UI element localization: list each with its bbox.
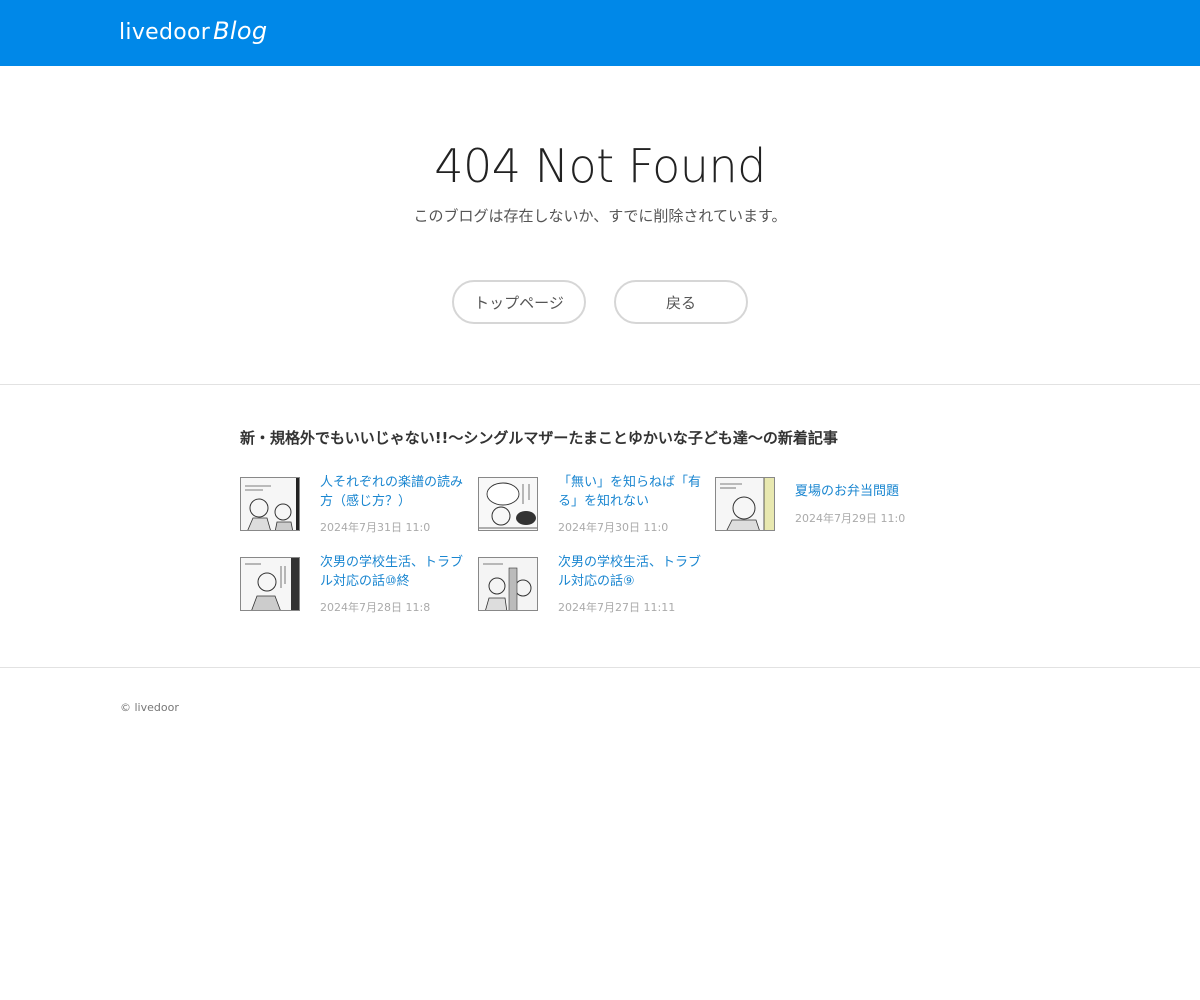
article-title-link[interactable]: 次男の学校生活、トラブル対応の話⑨ (558, 553, 708, 591)
manga-thumbnail-image (479, 478, 537, 530)
article-title-link[interactable]: 夏場のお弁当問題 (795, 482, 945, 501)
article-item[interactable]: 人それぞれの楽譜の読み方（感じ方？） 2024年7月31日 11:0 (240, 473, 470, 534)
article-item[interactable]: 夏場のお弁当問題 2024年7月29日 11:0 (715, 473, 945, 533)
manga-thumbnail-image (241, 478, 299, 530)
livedoor-blog-logo[interactable]: livedoor Blog (119, 17, 267, 45)
article-date: 2024年7月30日 11:0 (558, 521, 669, 534)
article-date: 2024年7月28日 11:8 (320, 601, 431, 614)
manga-thumbnail-image (716, 478, 774, 530)
article-item[interactable]: 次男の学校生活、トラブル対応の話⑩終 2024年7月28日 11:8 (240, 553, 470, 614)
article-title-link[interactable]: 人それぞれの楽譜の読み方（感じ方？） (320, 473, 470, 511)
article-title-link[interactable]: 「無い」を知らねば「有る」を知れない (558, 473, 708, 511)
article-title-link[interactable]: 次男の学校生活、トラブル対応の話⑩終 (320, 553, 470, 591)
error-title: 404 Not Found (434, 139, 766, 193)
article-thumbnail[interactable] (715, 477, 775, 531)
article-item[interactable]: 次男の学校生活、トラブル対応の話⑨ 2024年7月27日 11:11 (478, 553, 708, 614)
article-thumbnail[interactable] (478, 477, 538, 531)
recent-articles: 新・規格外でもいいじゃない!!〜シングルマザーたまことゆかいな子ども達〜の新着記… (0, 385, 1200, 667)
manga-thumbnail-image (479, 558, 537, 610)
article-thumbnail[interactable] (240, 557, 300, 611)
article-date: 2024年7月29日 11:0 (795, 512, 906, 525)
manga-thumbnail-image (241, 558, 299, 610)
site-header: livedoor Blog (0, 0, 1200, 66)
site-footer: © livedoor (0, 668, 1200, 748)
article-date: 2024年7月31日 11:0 (320, 521, 431, 534)
top-page-button[interactable]: トップページ (452, 280, 586, 324)
back-button[interactable]: 戻る (614, 280, 748, 324)
error-area: 404 Not Found このブログは存在しないか、すでに削除されています。 … (0, 66, 1200, 384)
article-thumbnail[interactable] (240, 477, 300, 531)
logo-text: livedoor (119, 20, 211, 45)
logo-blog-text: Blog (213, 17, 268, 45)
article-date: 2024年7月27日 11:11 (558, 601, 676, 614)
button-row: トップページ 戻る (0, 280, 1200, 324)
copyright-text: © livedoor (120, 701, 179, 714)
article-thumbnail[interactable] (478, 557, 538, 611)
articles-heading: 新・規格外でもいいじゃない!!〜シングルマザーたまことゆかいな子ども達〜の新着記… (240, 429, 838, 447)
article-item[interactable]: 「無い」を知らねば「有る」を知れない 2024年7月30日 11:0 (478, 473, 708, 534)
error-message: このブログは存在しないか、すでに削除されています。 (413, 207, 787, 225)
